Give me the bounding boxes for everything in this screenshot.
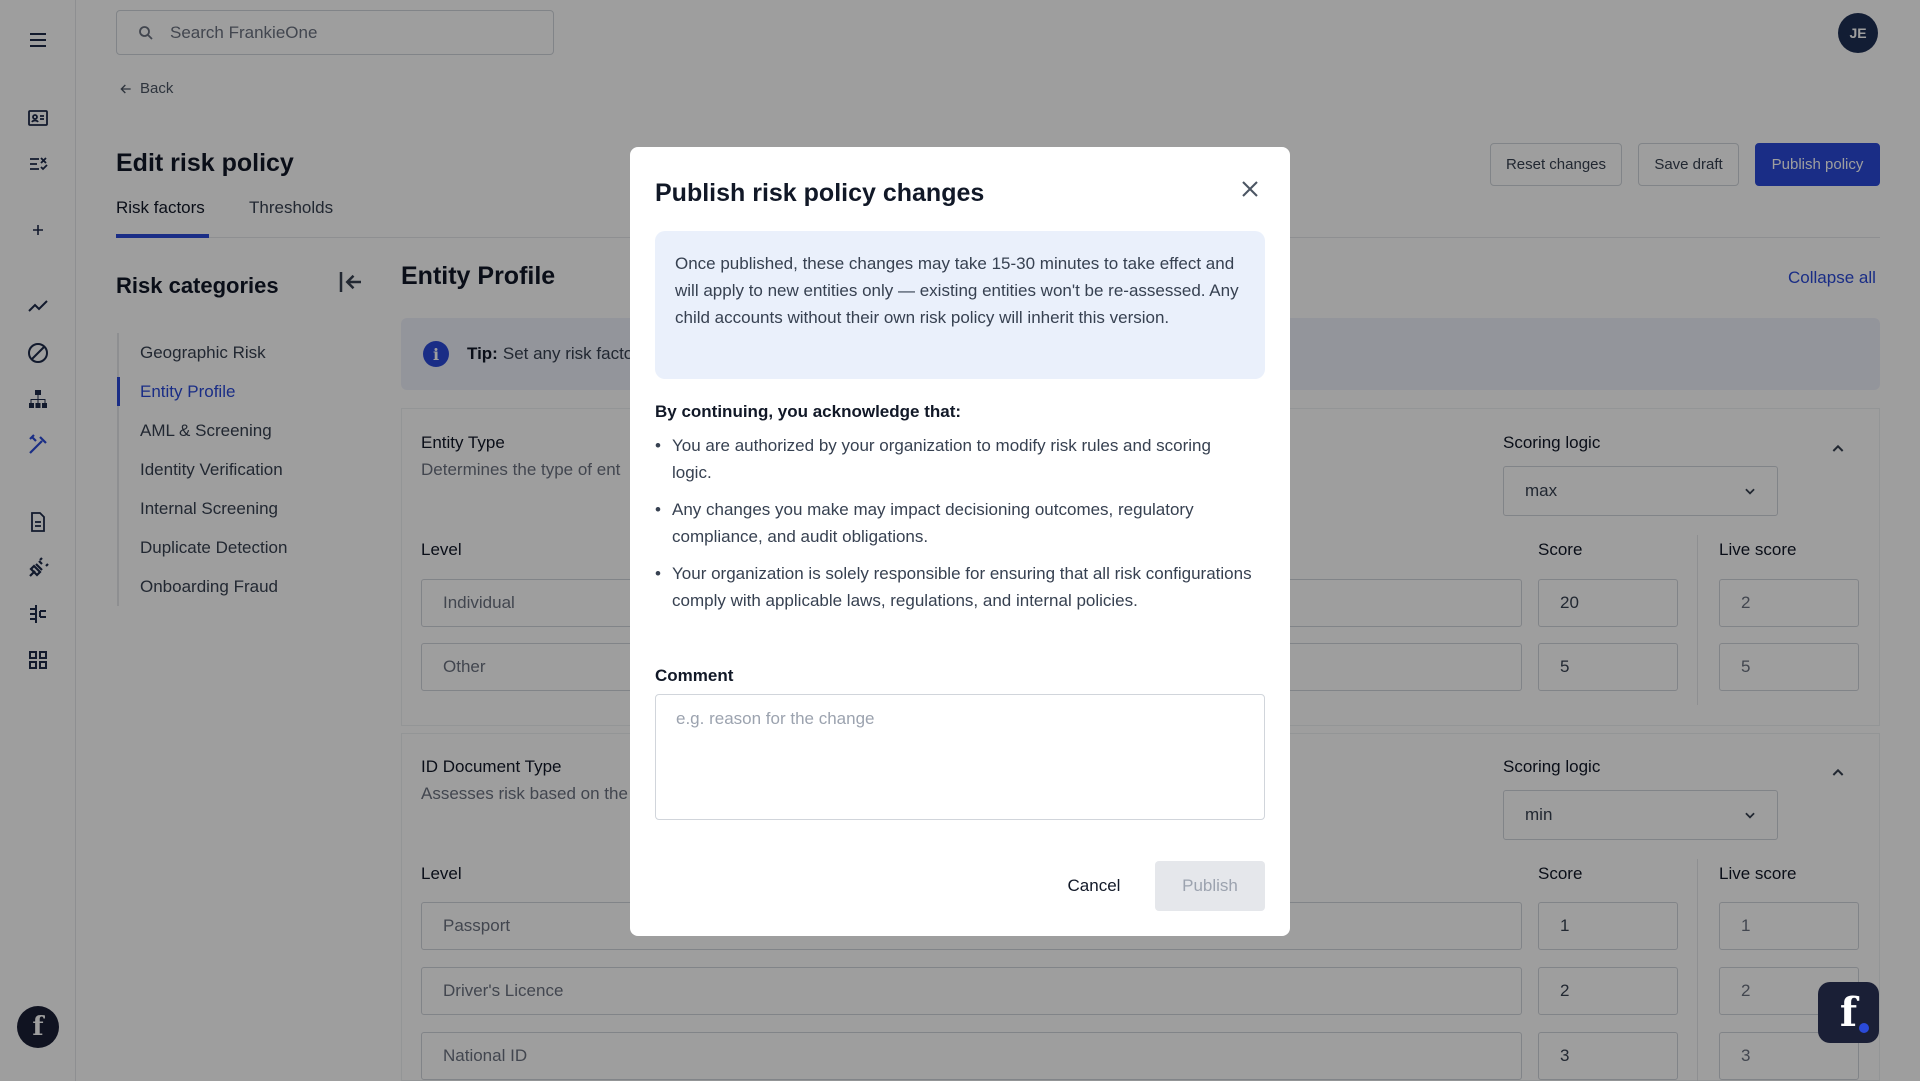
modal-title: Publish risk policy changes bbox=[655, 179, 985, 207]
list-item: Your organization is solely responsible … bbox=[655, 560, 1255, 614]
list-item: You are authorized by your organization … bbox=[655, 432, 1255, 486]
list-item: Any changes you make may impact decision… bbox=[655, 496, 1255, 550]
close-icon[interactable] bbox=[1236, 175, 1264, 203]
status-dot bbox=[1859, 1023, 1869, 1033]
comment-field[interactable] bbox=[655, 694, 1265, 820]
notice-box: Once published, these changes may take 1… bbox=[655, 231, 1265, 379]
publish-button[interactable]: Publish bbox=[1155, 861, 1265, 911]
chat-launcher-button[interactable]: f bbox=[1818, 982, 1879, 1043]
cancel-button[interactable]: Cancel bbox=[1050, 861, 1138, 911]
acknowledge-list: You are authorized by your organization … bbox=[655, 432, 1255, 624]
comment-label: Comment bbox=[655, 666, 734, 685]
publish-modal: Publish risk policy changes Once publish… bbox=[630, 147, 1290, 936]
acknowledge-heading: By continuing, you acknowledge that: bbox=[655, 402, 962, 421]
